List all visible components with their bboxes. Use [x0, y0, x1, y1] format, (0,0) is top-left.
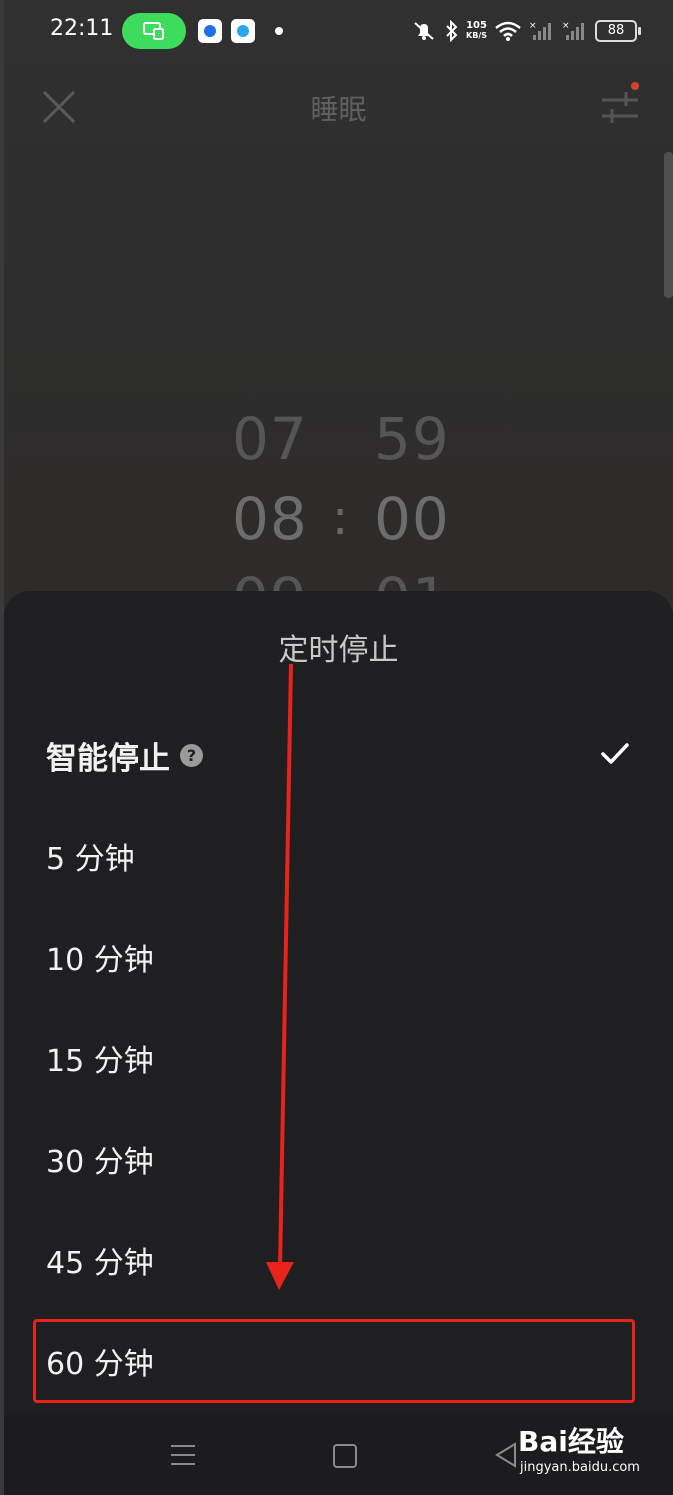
screen: 22:11 105 KB/S × × 88 睡眠 07 08: 59 00 定… [4, 0, 673, 1495]
annotation-arrow [266, 663, 294, 1290]
menu-icon[interactable] [170, 1444, 196, 1466]
annotation-highlight-box [33, 1319, 635, 1403]
watermark: Bai经验 jingyan.baidu.com [516, 1420, 646, 1480]
watermark-brand: Bai经验 [518, 1425, 624, 1458]
back-icon[interactable] [494, 1442, 518, 1468]
home-icon[interactable] [333, 1444, 357, 1468]
watermark-url: jingyan.baidu.com [520, 1460, 640, 1475]
